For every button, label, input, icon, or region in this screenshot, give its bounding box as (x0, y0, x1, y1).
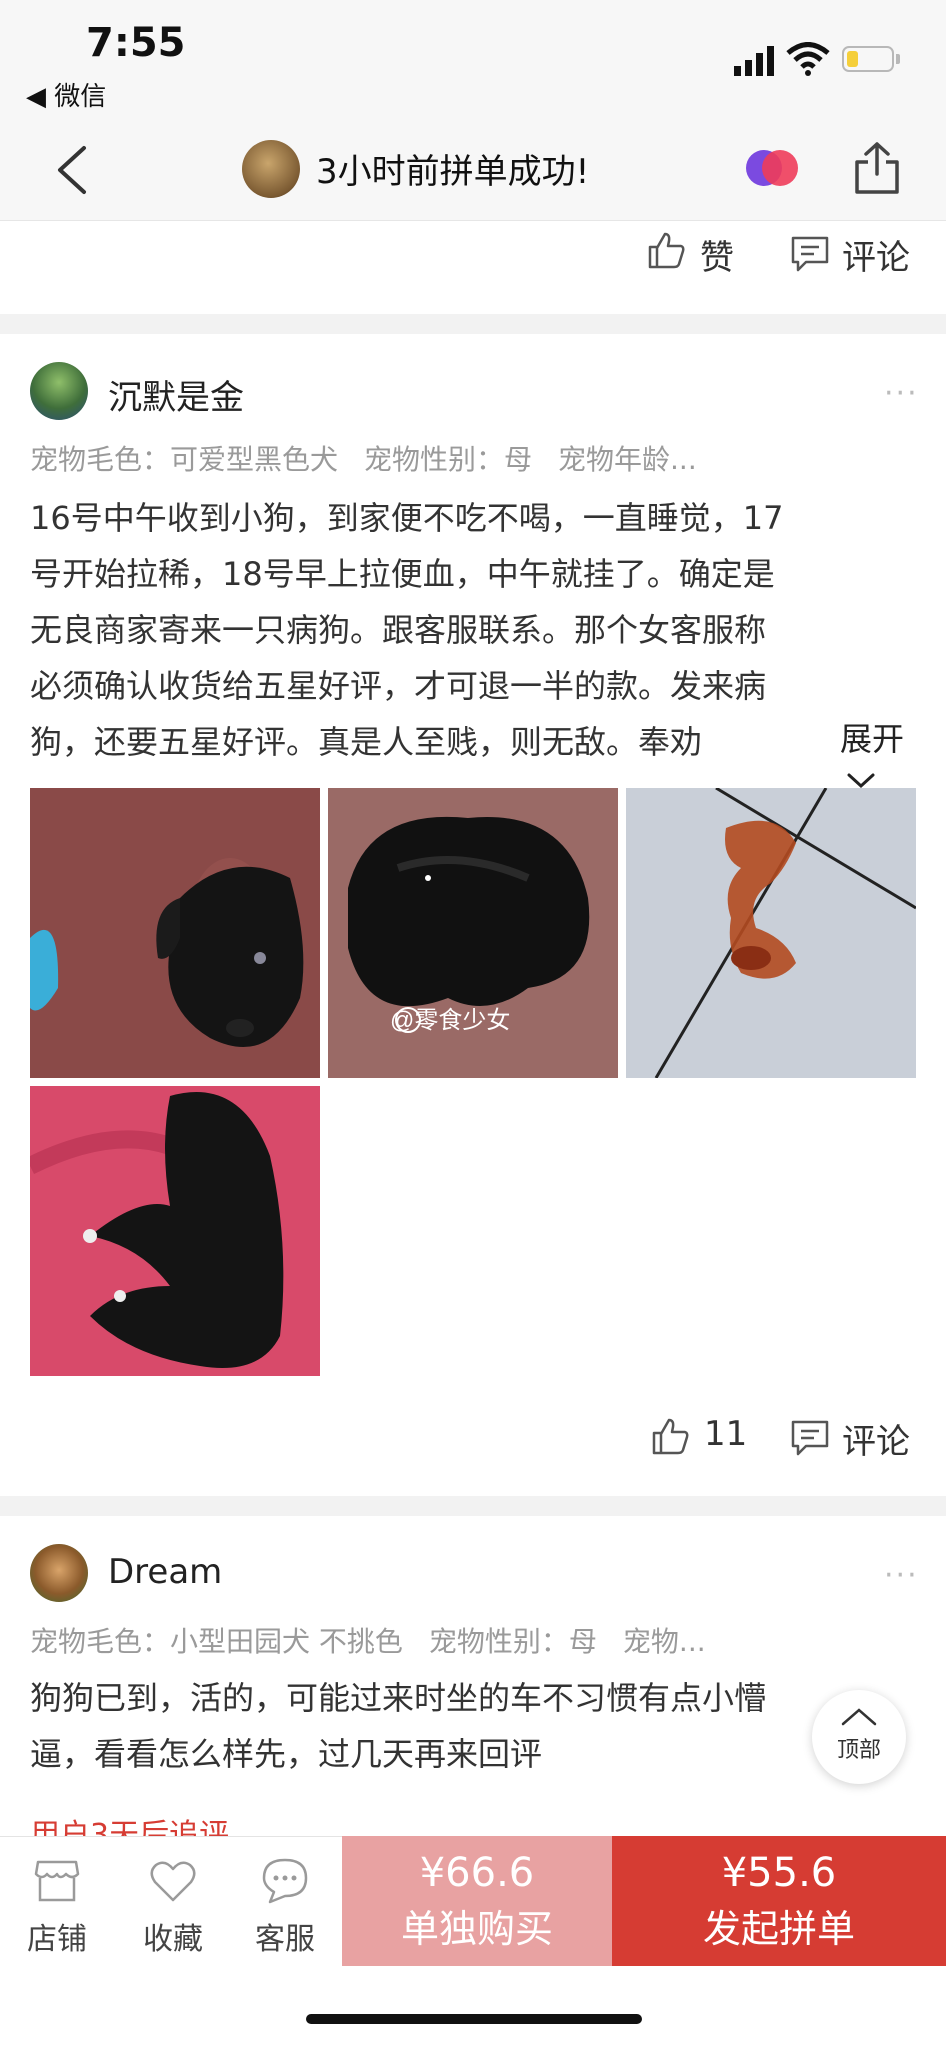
start-group-buy-button[interactable]: ¥55.6 发起拼单 (612, 1836, 946, 1966)
status-time: 7:55 (86, 20, 186, 66)
back-arrow-icon[interactable] (46, 140, 106, 200)
section-divider (0, 1496, 946, 1516)
chat-icon[interactable] (260, 1856, 310, 1906)
spec-gender: 宠物性别：母 (364, 443, 533, 476)
pinduoduo-logo-icon[interactable] (742, 146, 802, 190)
wifi-icon (786, 42, 830, 76)
comment-label[interactable]: 评论 (842, 1414, 910, 1463)
back-to-wechat[interactable]: ◀ 微信 (26, 76, 106, 113)
spec-age: 宠物... (622, 1625, 706, 1658)
heart-icon[interactable] (148, 1856, 198, 1906)
review-photo-4[interactable] (30, 1086, 320, 1376)
group-price: ¥55.6 (721, 1850, 837, 1896)
section-divider (0, 314, 946, 334)
review-line: 逼，看看怎么样先，过几天再来回评 (30, 1735, 543, 1773)
review-text: 狗狗已到，活的，可能过来时坐的车不习惯有点小懵 逼，看看怎么样先，过几天再来回评 (30, 1670, 910, 1782)
more-options-icon[interactable]: ··· (884, 376, 919, 411)
thumbs-up-icon[interactable] (650, 1416, 690, 1456)
shop-icon[interactable] (32, 1856, 82, 1906)
spec-age: 宠物年龄... (558, 443, 697, 476)
back-to-top-button[interactable]: 顶部 (812, 1690, 906, 1784)
expand-button[interactable]: 展开 (800, 714, 946, 798)
reviewer-name[interactable]: 沉默是金 (108, 370, 244, 419)
group-label: 发起拼单 (702, 1907, 855, 1951)
review-line: 无良商家寄来一只病狗。跟客服联系。那个女客服称 (30, 611, 767, 649)
comment-icon[interactable] (790, 234, 830, 274)
signal-icon (734, 46, 774, 76)
review-photo-3[interactable] (626, 788, 916, 1078)
single-label: 单独购买 (400, 1907, 553, 1951)
review-line: 号开始拉稀，18号早上拉便血，中午就挂了。确定是 (30, 555, 775, 593)
single-price: ¥66.6 (419, 1850, 535, 1896)
review-line: 16号中午收到小狗，到家便不吃不喝，一直睡觉，17 (30, 499, 784, 537)
reviewer-name[interactable]: Dream (108, 1552, 222, 1592)
thumbs-up-icon[interactable] (646, 230, 686, 270)
photo-watermark: @零食少女 (390, 1007, 510, 1034)
share-icon[interactable] (852, 140, 902, 196)
review-text: 16号中午收到小狗，到家便不吃不喝，一直睡觉，17 号开始拉稀，18号早上拉便血… (30, 490, 910, 770)
tab-favorite[interactable]: 收藏 (113, 1914, 233, 1958)
back-to-top-label: 顶部 (836, 1738, 881, 1763)
comment-label[interactable]: 评论 (842, 230, 910, 279)
review-line: 必须确认收货给五星好评，才可退一半的款。发来病 (30, 667, 767, 705)
expand-label: 展开 (840, 720, 905, 758)
pet-specs: 宠物毛色：小型田园犬 不挑色 宠物性别：母 宠物... (30, 1620, 732, 1660)
pet-specs: 宠物毛色：可爱型黑色犬 宠物性别：母 宠物年龄... (30, 438, 723, 478)
battery-tip (896, 54, 900, 64)
review-line: 狗狗已到，活的，可能过来时坐的车不习惯有点小懵 (30, 1679, 767, 1717)
review-photo-2[interactable]: @零食少女 (328, 788, 618, 1078)
chevron-up-icon (841, 1708, 877, 1726)
battery-icon (842, 46, 894, 72)
spec-gender: 宠物性别：母 (428, 1625, 597, 1658)
review-photo-1[interactable] (30, 788, 320, 1078)
more-options-icon[interactable]: ··· (884, 1558, 919, 1593)
reviewer-avatar[interactable] (30, 362, 88, 420)
spec-color: 宠物毛色：小型田园犬 不挑色 (30, 1625, 403, 1658)
spec-color: 宠物毛色：可爱型黑色犬 (30, 443, 339, 476)
comment-icon[interactable] (790, 1418, 830, 1458)
reviewer-avatar[interactable] (30, 1544, 88, 1602)
like-count[interactable]: 11 (704, 1414, 747, 1454)
tab-shop[interactable]: 店铺 (0, 1914, 117, 1958)
followup-review-label: 用户3天后追评 (30, 1818, 230, 1836)
nav-title: 3小时前拼单成功! (316, 152, 590, 192)
like-label[interactable]: 赞 (700, 230, 734, 279)
buy-single-button[interactable]: ¥66.6 单独购买 (342, 1836, 612, 1966)
tab-service[interactable]: 客服 (225, 1914, 345, 1958)
home-indicator[interactable] (306, 2014, 642, 2024)
review-line: 狗，还要五星好评。真是人至贱，则无敌。奉劝 (30, 723, 703, 761)
group-avatar (242, 140, 300, 198)
